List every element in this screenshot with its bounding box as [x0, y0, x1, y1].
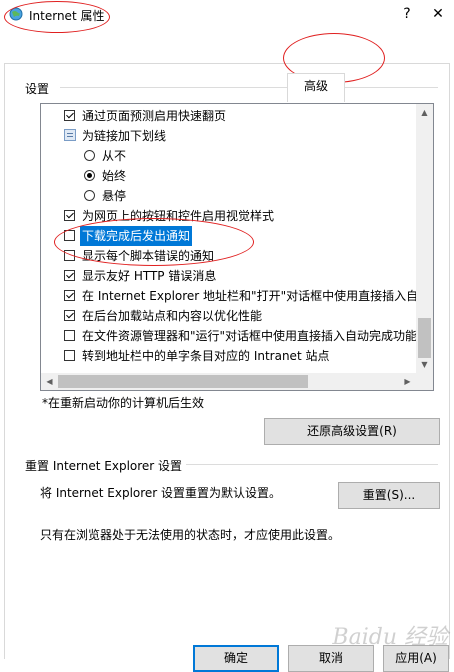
internet-globe-icon — [9, 7, 23, 21]
scroll-up-icon[interactable]: ▲ — [416, 104, 433, 121]
help-button[interactable]: ? — [396, 4, 418, 24]
setting-label: 下载完成后发出通知 — [80, 226, 193, 246]
setting-label: 始终 — [102, 169, 127, 183]
close-button[interactable]: ✕ — [427, 4, 449, 24]
title-bar: Internet 属性 ? ✕ — [0, 0, 454, 30]
setting-label: 通过页面预测启用快速翻页 — [82, 109, 227, 123]
horizontal-scroll-thumb[interactable] — [58, 375, 308, 388]
watermark: Baidu 经验 — [332, 625, 448, 650]
reset-group-line — [186, 464, 438, 465]
setting-label: 转到地址栏中的单字条目对应的 Intranet 站点 — [82, 349, 330, 363]
setting-label: 为网页上的按钮和控件启用视觉样式 — [82, 209, 275, 223]
restart-note: *在重新启动你的计算机后生效 — [42, 396, 205, 410]
restore-advanced-button[interactable]: 还原高级设置(R) — [264, 418, 440, 445]
window-title: Internet 属性 — [29, 9, 105, 23]
reset-description: 将 Internet Explorer 设置重置为默认设置。 — [40, 486, 282, 500]
checkbox[interactable] — [64, 270, 75, 281]
checkbox[interactable] — [64, 330, 75, 341]
scroll-down-icon[interactable]: ▼ — [416, 356, 433, 373]
settings-group-label: 设置 — [25, 82, 50, 96]
setting-label: 悬停 — [102, 189, 127, 203]
settings-group-line — [60, 87, 438, 88]
reset-group-label: 重置 Internet Explorer 设置 — [25, 459, 183, 473]
checkbox[interactable] — [64, 250, 75, 261]
checkbox[interactable] — [64, 350, 75, 361]
setting-label: 显示友好 HTTP 错误消息 — [82, 269, 217, 283]
checkbox[interactable] — [64, 310, 75, 321]
checkbox[interactable] — [64, 230, 75, 241]
setting-label: 从不 — [102, 149, 127, 163]
setting-group-icon — [64, 129, 76, 141]
scroll-left-icon[interactable]: ◀ — [41, 373, 58, 390]
checkbox[interactable] — [64, 110, 75, 121]
checkbox[interactable] — [64, 210, 75, 221]
setting-label: 为链接加下划线 — [82, 129, 167, 143]
vertical-scrollbar[interactable]: ▲ ▼ — [416, 104, 433, 373]
setting-label: 显示每个脚本错误的通知 — [82, 249, 215, 263]
setting-label: 在文件资源管理器和"运行"对话框中使用直接插入自动完成功能 — [82, 329, 418, 343]
radio-button[interactable] — [84, 150, 95, 161]
setting-label: 在后台加载站点和内容以优化性能 — [82, 309, 263, 323]
horizontal-scrollbar[interactable]: ◀ ▶ — [41, 373, 416, 390]
scroll-corner — [416, 373, 433, 390]
radio-button[interactable] — [84, 190, 95, 201]
checkbox[interactable] — [64, 290, 75, 301]
vertical-scroll-thumb[interactable] — [418, 318, 431, 358]
tab-strip: 常规 安全 隐私 内容 连接 程序 高级 — [0, 37, 454, 102]
radio-button[interactable] — [84, 170, 95, 181]
reset-button[interactable]: 重置(S)... — [338, 482, 440, 509]
scroll-right-icon[interactable]: ▶ — [399, 373, 416, 390]
settings-listbox[interactable]: 通过页面预测启用快速翻页 为链接加下划线 从不 始终 悬停 为网页上的按钮和控件… — [40, 103, 434, 391]
tab-advanced[interactable]: 高级 — [287, 73, 345, 102]
setting-label: 在 Internet Explorer 地址栏和"打开"对话框中使用直接插入自 — [82, 289, 419, 303]
reset-note: 只有在浏览器处于无法使用的状态时，才应使用此设置。 — [40, 528, 341, 542]
